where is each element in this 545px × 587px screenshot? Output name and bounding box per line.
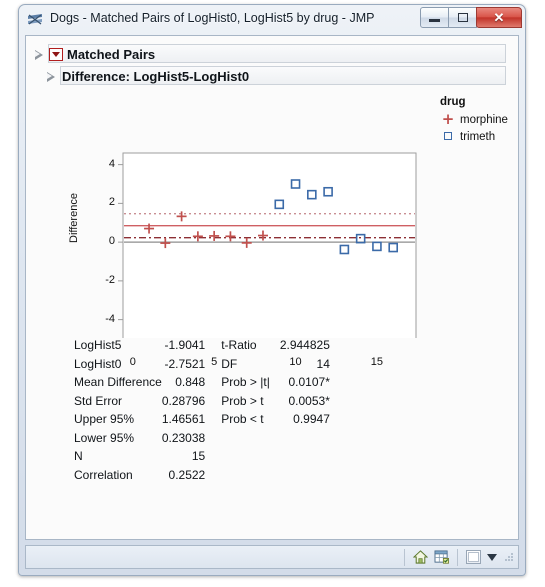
close-icon: ✕ — [493, 10, 505, 25]
disclosure-triangle-icon[interactable] — [47, 71, 56, 82]
x-tick-label: 15 — [370, 356, 384, 368]
stats-label: N — [74, 449, 83, 464]
stats-label: Upper 95% — [74, 412, 135, 427]
report-client-area: Matched Pairs Difference: LogHist5-LogHi… — [25, 35, 519, 540]
close-button[interactable]: ✕ — [476, 7, 522, 28]
status-separator — [404, 548, 405, 566]
stats-value — [280, 447, 330, 466]
jmp-icon — [28, 14, 42, 25]
resize-grip-icon[interactable] — [503, 551, 515, 563]
stats-value: 0.0053* — [288, 393, 330, 408]
dropdown-caret-icon[interactable] — [487, 553, 497, 561]
window-titlebar[interactable]: Dogs - Matched Pairs of LogHist0, LogHis… — [19, 5, 525, 35]
stats-value: 0.23038 — [161, 430, 206, 445]
stats-value: 14 — [316, 356, 330, 371]
stats-label — [221, 447, 280, 466]
outline-matched-pairs[interactable]: Matched Pairs — [34, 44, 508, 65]
statistics-table: LogHist5 -1.9041 t-Ratio 2.944825 LogHist0 -2… — [74, 336, 330, 484]
matched-pairs-title: Matched Pairs — [67, 47, 156, 62]
legend-item-morphine[interactable]: + morphine — [440, 111, 508, 128]
home-button[interactable] — [410, 548, 430, 566]
stats-value: 15 — [191, 449, 206, 464]
legend-item-trimeth[interactable]: trimeth — [440, 128, 508, 145]
stats-label: Std Error — [74, 393, 123, 408]
panel-toggle-button[interactable] — [463, 548, 483, 566]
home-icon — [412, 550, 428, 564]
stats-row: Upper 95% 1.46561 Prob < t 0.9947 — [74, 410, 330, 429]
status-bar — [25, 545, 519, 569]
stats-value: 0.28796 — [161, 393, 206, 408]
minimize-button[interactable] — [420, 7, 449, 28]
stats-label: LogHist5 — [74, 338, 122, 353]
legend-label-trimeth: trimeth — [460, 130, 496, 143]
plus-marker-icon: + — [441, 110, 455, 128]
stats-row: Lower 95% 0.23038 — [74, 429, 330, 448]
stats-label — [221, 466, 280, 485]
stats-value: 0.0107* — [288, 375, 330, 390]
legend-label-morphine: morphine — [460, 113, 508, 126]
stats-label: Lower 95% — [74, 430, 135, 445]
stats-row: LogHist5 -1.9041 t-Ratio 2.944825 — [74, 336, 330, 355]
stats-row: N 15 — [74, 447, 330, 466]
stats-row: Std Error 0.28796 Prob > t 0.0053* — [74, 392, 330, 411]
stats-value: 0.848 — [175, 375, 206, 390]
stats-value: 1.46561 — [161, 412, 206, 427]
square-marker-icon — [440, 131, 456, 143]
stats-label: LogHist0 — [74, 356, 122, 371]
stats-value: 0.9947 — [293, 412, 330, 427]
stats-row: Mean Difference 0.848 Prob > |t| 0.0107* — [74, 373, 330, 392]
stats-label: Correlation — [74, 467, 133, 482]
legend-title: drug — [440, 96, 466, 108]
stats-label: t-Ratio — [221, 338, 257, 353]
stats-value — [280, 429, 330, 448]
stats-label: Prob > |t| — [221, 375, 270, 390]
stats-grid: LogHist5 -1.9041 t-Ratio 2.944825 LogHist0 -2… — [74, 336, 330, 484]
stats-label: Mean Difference — [74, 375, 162, 390]
red-triangle-menu-icon[interactable] — [49, 48, 63, 61]
stats-row: LogHist0 -2.7521 DF 14 — [74, 355, 330, 374]
stats-value: -2.7521 — [164, 356, 206, 371]
difference-title: Difference: LogHist5-LogHist0 — [62, 69, 250, 84]
status-separator — [457, 548, 458, 566]
jmp-window: Dogs - Matched Pairs of LogHist0, LogHis… — [18, 4, 526, 576]
stats-label: Prob < t — [221, 412, 264, 427]
plot-frame — [122, 152, 417, 338]
window-controls: ✕ — [420, 7, 522, 28]
stats-value: -1.9041 — [164, 338, 206, 353]
disclosure-triangle-icon[interactable] — [35, 49, 44, 60]
stats-value: 0.2522 — [168, 467, 206, 482]
data-table-button[interactable] — [432, 548, 452, 566]
outline-difference[interactable]: Difference: LogHist5-LogHist0 — [46, 66, 506, 87]
drug-legend: drug + morphine trimeth — [440, 96, 508, 145]
stats-value — [280, 466, 330, 485]
data-table-icon — [434, 550, 449, 564]
maximize-button[interactable] — [448, 7, 477, 28]
panel-toggle-icon — [465, 550, 481, 564]
stats-row: Correlation 0.2522 — [74, 466, 330, 485]
stats-value: 2.944825 — [279, 338, 330, 353]
stats-label: DF — [221, 356, 238, 371]
stats-label: Prob > t — [221, 393, 264, 408]
window-title: Dogs - Matched Pairs of LogHist0, LogHis… — [50, 11, 375, 25]
minimize-icon — [429, 18, 440, 22]
stats-label — [221, 429, 280, 448]
maximize-icon — [457, 13, 468, 22]
